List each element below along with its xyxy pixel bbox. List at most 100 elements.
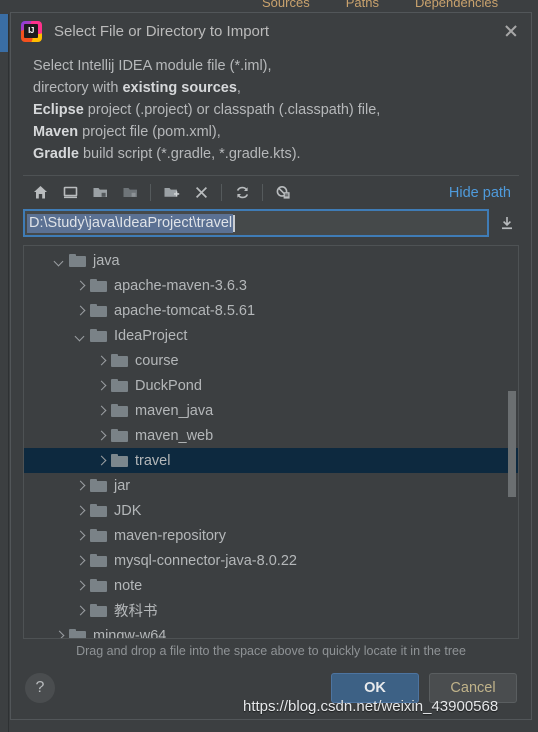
chevron-right-icon[interactable] — [93, 353, 109, 369]
tree-row[interactable]: DuckPond — [24, 373, 518, 398]
chevron-right-icon[interactable] — [72, 603, 88, 619]
folder-icon — [111, 453, 128, 468]
tree-row-label: jar — [114, 477, 131, 494]
chevron-right-icon[interactable] — [93, 453, 109, 469]
folder-icon — [90, 328, 107, 343]
toolbar-show-hidden[interactable] — [268, 180, 298, 206]
path-input-value: D:\Study\java\IdeaProject\travel — [27, 213, 234, 233]
folder-icon — [90, 278, 107, 293]
tree-row[interactable]: mysql-connector-java-8.0.22 — [24, 548, 518, 573]
background-accent-strip — [0, 14, 8, 52]
tree-scrollbar-thumb[interactable] — [508, 391, 516, 497]
directory-tree: java apache-maven-3.6.3 apache-tomcat-8.5.… — [24, 246, 518, 638]
description-line-4: Gradle build script (*.gradle, *.gradle.… — [33, 146, 301, 162]
close-icon[interactable] — [497, 17, 525, 45]
chevron-right-icon[interactable] — [72, 303, 88, 319]
tree-row-label: maven_web — [135, 427, 214, 444]
folder-icon — [69, 628, 86, 638]
chevron-right-icon[interactable] — [72, 278, 88, 294]
intellij-idea-icon — [21, 20, 42, 42]
tree-row-label: apache-tomcat-8.5.61 — [114, 302, 256, 319]
cancel-button[interactable]: Cancel — [429, 673, 517, 703]
toolbar-project-dir[interactable] — [85, 180, 115, 206]
folder-icon — [90, 578, 107, 593]
tree-row[interactable]: maven_java — [24, 398, 518, 423]
description-line-2: Eclipse project (.project) or classpath … — [33, 102, 381, 118]
tree-row-label: travel — [135, 452, 171, 469]
tree-row[interactable]: mingw-w64 — [24, 623, 518, 639]
chevron-right-icon[interactable] — [72, 503, 88, 519]
tree-row-label: maven_java — [135, 402, 214, 419]
path-row: D:\Study\java\IdeaProject\travel — [23, 209, 519, 237]
tree-row[interactable]: course — [24, 348, 518, 373]
folder-icon — [111, 353, 128, 368]
folder-icon — [90, 503, 107, 518]
tree-row[interactable]: maven-repository — [24, 523, 518, 548]
toolbar-new-folder[interactable] — [156, 180, 186, 206]
toolbar-home[interactable] — [25, 180, 55, 206]
dialog-description: Select Intellij IDEA module file (*.iml)… — [11, 49, 531, 175]
tree-row[interactable]: java — [24, 248, 518, 273]
chevron-right-icon[interactable] — [72, 478, 88, 494]
tree-row-label: maven-repository — [114, 527, 227, 544]
chevron-right-icon[interactable] — [93, 378, 109, 394]
toolbar-separator — [221, 184, 222, 201]
toolbar-module-dir[interactable] — [115, 180, 145, 206]
tree-row[interactable]: apache-tomcat-8.5.61 — [24, 298, 518, 323]
chevron-right-icon[interactable] — [51, 628, 67, 639]
tree-row[interactable]: jar — [24, 473, 518, 498]
tree-row[interactable]: note — [24, 573, 518, 598]
folder-icon — [90, 603, 107, 618]
background-tab-2[interactable]: Dependencies — [415, 0, 498, 10]
tree-scrollbar[interactable] — [507, 247, 517, 637]
tree-row-label: DuckPond — [135, 377, 202, 394]
chevron-right-icon[interactable] — [93, 403, 109, 419]
download-icon[interactable] — [495, 210, 519, 236]
description-line-3: Maven project file (pom.xml), — [33, 124, 221, 140]
background-divider — [8, 14, 9, 732]
directory-tree-panel[interactable]: java apache-maven-3.6.3 apache-tomcat-8.5.… — [23, 245, 519, 639]
hide-path-link[interactable]: Hide path — [449, 185, 511, 201]
folder-icon — [90, 478, 107, 493]
tree-row-label: JDK — [114, 502, 142, 519]
dialog-title: Select File or Directory to Import — [54, 22, 270, 40]
folder-icon — [90, 553, 107, 568]
folder-icon — [90, 303, 107, 318]
chevron-down-icon[interactable] — [51, 253, 67, 269]
tree-row[interactable]: apache-maven-3.6.3 — [24, 273, 518, 298]
tree-row-label: mingw-w64 — [93, 627, 167, 639]
drag-drop-hint: Drag and drop a file into the space abov… — [76, 644, 466, 658]
toolbar-refresh[interactable] — [227, 180, 257, 206]
chevron-right-icon[interactable] — [72, 553, 88, 569]
tree-row-label: 教科书 — [114, 604, 158, 620]
toolbar-delete[interactable] — [186, 180, 216, 206]
help-button[interactable]: ? — [25, 673, 55, 703]
tree-row[interactable]: JDK — [24, 498, 518, 523]
tree-row[interactable]: maven_web — [24, 423, 518, 448]
file-chooser-toolbar: Hide path — [23, 175, 519, 209]
tree-row-label: note — [114, 577, 143, 594]
chevron-right-icon[interactable] — [93, 428, 109, 444]
tree-row-label: mysql-connector-java-8.0.22 — [114, 552, 297, 569]
chevron-right-icon[interactable] — [72, 578, 88, 594]
path-input[interactable]: D:\Study\java\IdeaProject\travel — [23, 209, 489, 237]
import-dialog: Select File or Directory to Import Selec… — [10, 12, 532, 720]
chevron-right-icon[interactable] — [72, 528, 88, 544]
tree-row-label: apache-maven-3.6.3 — [114, 277, 247, 294]
tree-row[interactable]: travel — [24, 448, 518, 473]
background-tab-0[interactable]: Sources — [262, 0, 310, 10]
ok-button[interactable]: OK — [331, 673, 419, 703]
chevron-down-icon[interactable] — [72, 328, 88, 344]
tree-row-label: course — [135, 352, 179, 369]
tree-row-label: IdeaProject — [114, 327, 188, 344]
folder-icon — [69, 253, 86, 268]
tree-row-label: java — [93, 252, 120, 269]
tree-row[interactable]: 教科书 — [24, 598, 518, 623]
background-tab-1[interactable]: Paths — [346, 0, 379, 10]
toolbar-desktop[interactable] — [55, 180, 85, 206]
folder-icon — [111, 403, 128, 418]
description-line-0: Select Intellij IDEA module file (*.iml)… — [33, 58, 272, 74]
description-line-1: directory with existing sources, — [33, 80, 241, 96]
tree-row[interactable]: IdeaProject — [24, 323, 518, 348]
text-caret — [233, 214, 235, 232]
